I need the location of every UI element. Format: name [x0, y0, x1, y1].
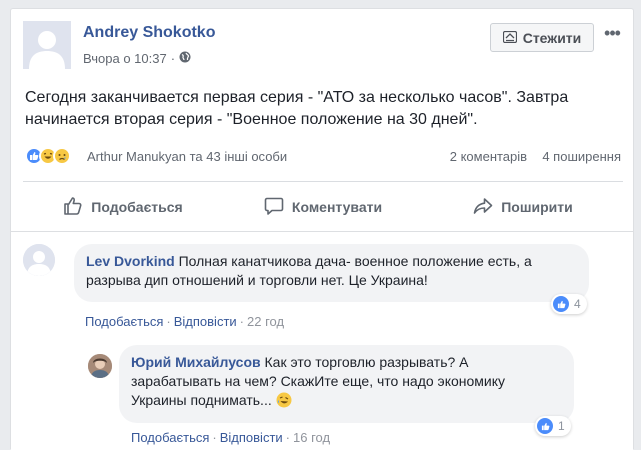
rofl-emoji-icon: [276, 392, 292, 413]
author-avatar[interactable]: [23, 21, 71, 69]
reaction-count: 4: [574, 297, 581, 311]
commenter-avatar[interactable]: [23, 244, 55, 276]
sad-reaction-icon: [53, 147, 71, 165]
reply-reply-link[interactable]: Відповісти: [220, 430, 283, 445]
follow-label: Стежити: [522, 29, 582, 46]
comment-reaction-badge[interactable]: 4: [551, 294, 587, 314]
like-button[interactable]: Подобається: [23, 189, 223, 225]
like-label: Подобається: [91, 199, 183, 215]
share-arrow-icon: [473, 196, 493, 219]
reply-reaction-badge[interactable]: 1: [535, 416, 571, 436]
comment-button[interactable]: Коментувати: [223, 189, 423, 225]
reaction-count: 1: [558, 419, 565, 433]
like-reaction-icon: [537, 418, 553, 434]
comments-count[interactable]: 2 коментарів: [450, 149, 527, 164]
share-label: Поширити: [501, 199, 573, 215]
post-meta: Вчора о 10:37 ·: [83, 51, 191, 66]
post-text: Сегодня заканчивается первая серия - "АТ…: [25, 89, 569, 128]
comment-icon: [264, 196, 284, 219]
comment-label: Коментувати: [291, 199, 383, 215]
reply-actions: Подобається · Відповісти · 16 год: [131, 430, 331, 445]
reply-like-link[interactable]: Подобається: [131, 430, 209, 445]
reactions-summary[interactable]: Arthur Manukyan та 43 інші особи: [87, 149, 287, 164]
follow-button[interactable]: Стежити: [490, 23, 594, 52]
follow-icon: [502, 30, 517, 46]
comment-time[interactable]: 22 год: [247, 314, 284, 329]
comment-bubble: Lev Dvorkind Полная канатчикова дача- во…: [74, 244, 589, 302]
reactions-row: Arthur Manukyan та 43 інші особи 2 комен…: [25, 147, 621, 167]
engagement-counts: 2 коментарів 4 поширення: [450, 149, 621, 164]
share-button[interactable]: Поширити: [423, 189, 623, 225]
action-bar: Подобається Коментувати Поширити: [23, 189, 623, 225]
post-card: Andrey Shokotko Вчора о 10:37 · Стежити …: [10, 8, 634, 450]
post-time[interactable]: Вчора о 10:37: [83, 51, 167, 66]
author-name[interactable]: Andrey Shokotko: [83, 24, 215, 42]
thumbs-up-icon: [63, 196, 83, 219]
comment-like-link[interactable]: Подобається: [85, 314, 163, 329]
like-reaction-icon: [553, 296, 569, 312]
comment-author[interactable]: Lev Dvorkind: [86, 253, 175, 269]
reply-bubble: Юрий Михайлусов Как это торговлю разрыва…: [119, 345, 574, 423]
meta-separator: ·: [170, 51, 176, 66]
globe-icon: [179, 51, 191, 66]
replier-avatar[interactable]: [88, 354, 112, 378]
reaction-icons[interactable]: [25, 147, 71, 165]
reply-author[interactable]: Юрий Михайлусов: [131, 354, 261, 370]
comment-reply-link[interactable]: Відповісти: [174, 314, 237, 329]
comments-section: Lev Dvorkind Полная канатчикова дача- во…: [11, 232, 633, 450]
shares-count[interactable]: 4 поширення: [542, 149, 621, 164]
comment-actions: Подобається · Відповісти · 22 год: [85, 314, 285, 329]
divider: [23, 181, 623, 182]
more-options-icon[interactable]: •••: [601, 23, 623, 47]
reply-time[interactable]: 16 год: [293, 430, 330, 445]
